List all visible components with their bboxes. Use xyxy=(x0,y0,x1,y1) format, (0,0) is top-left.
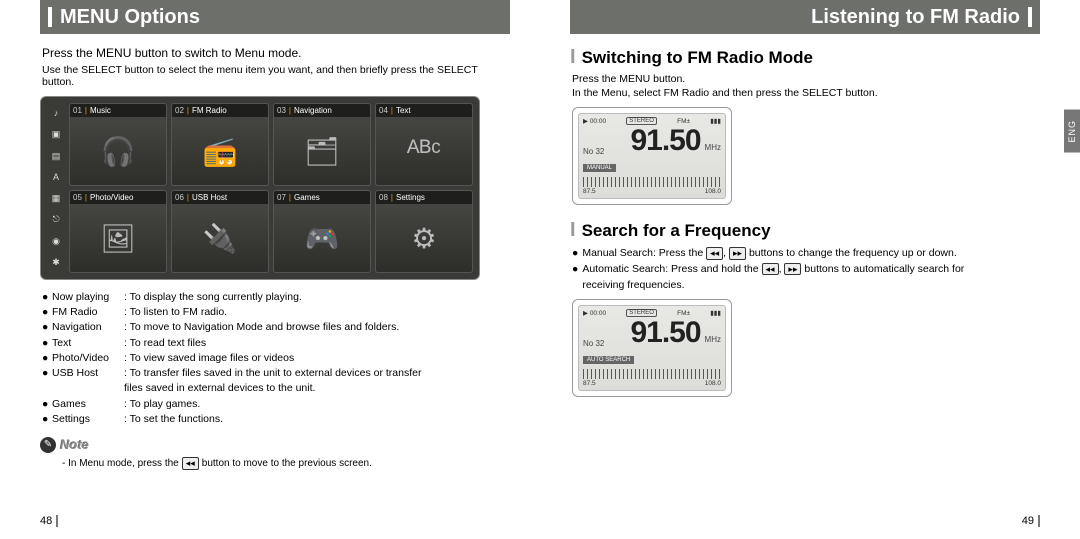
tile-music: 01|Music 🎧 xyxy=(69,103,167,186)
section-switching-mode: I Switching to FM Radio Mode xyxy=(570,46,1040,69)
note-heading: ✎ Note xyxy=(40,437,510,453)
header-menu-options: MENU Options xyxy=(40,0,510,34)
frequency-value: 91.50 xyxy=(630,318,700,348)
rewind-icon: ◂◂ xyxy=(182,457,199,470)
photo-icon: 🖼 xyxy=(70,204,166,272)
search-bullets: ● Manual Search: Press the ◂◂, ▸▸ button… xyxy=(572,246,1040,293)
menu-side-icons: ♪ ▣ ▤ A ▦ ⎋ ◉ ✱ xyxy=(47,103,65,273)
definitions-list: ●Now playing: To display the song curren… xyxy=(42,290,510,427)
tile-fm-radio: 02|FM Radio 📻 xyxy=(171,103,269,186)
battery-icon: ▮▮▮ xyxy=(710,117,721,125)
tile-photo-video: 05|Photo/Video 🖼 xyxy=(69,190,167,273)
tile-games: 07|Games 🎮 xyxy=(273,190,371,273)
tile-usb-host: 06|USB Host 🔌 xyxy=(171,190,269,273)
usb-icon: 🔌 xyxy=(172,204,268,272)
side-radio-icon: ▣ xyxy=(47,130,65,139)
folder-icon: 🗂 xyxy=(274,117,370,185)
intro-line: Press the MENU button to switch to Menu … xyxy=(42,46,510,60)
note-text: - In Menu mode, press the ◂◂ button to m… xyxy=(62,457,510,470)
header-right-title: Listening to FM Radio xyxy=(811,6,1020,29)
note-label: Note xyxy=(60,437,89,452)
note-icon: ✎ xyxy=(40,437,56,453)
language-tab: ENG xyxy=(1064,110,1080,153)
gear-icon: ⚙ xyxy=(376,204,472,272)
page-number-right: 49 xyxy=(1022,515,1040,527)
sect1-line2: In the Menu, select FM Radio and then pr… xyxy=(572,87,1040,99)
radio-screen-auto: ▶ 00:00 STEREO FM± ▮▮▮ No 32 91.50 MHz A… xyxy=(572,299,732,397)
radio-icon: 📻 xyxy=(172,117,268,185)
header-fm-radio: Listening to FM Radio xyxy=(570,0,1040,34)
side-nav-icon: ▤ xyxy=(47,152,65,161)
header-left-title: MENU Options xyxy=(60,6,200,29)
side-game-icon: ◉ xyxy=(47,237,65,246)
tile-settings: 08|Settings ⚙ xyxy=(375,190,473,273)
forward-icon: ▸▸ xyxy=(784,263,801,276)
side-settings-icon: ✱ xyxy=(47,258,65,267)
side-usb-icon: ⎋ xyxy=(47,215,65,224)
mode-label: MANUAL xyxy=(583,164,616,172)
section-search-frequency: I Search for a Frequency xyxy=(570,219,1040,242)
radio-screen-manual: ▶ 00:00 STEREO FM± ▮▮▮ No 32 91.50 MHz M… xyxy=(572,107,732,205)
page-right: Listening to FM Radio I Switching to FM … xyxy=(540,0,1080,539)
side-photo-icon: ▦ xyxy=(47,194,65,203)
text-icon: ᴬᴮᶜ xyxy=(376,117,472,185)
rewind-icon: ◂◂ xyxy=(762,263,779,276)
page-left: MENU Options Press the MENU button to sw… xyxy=(0,0,540,539)
tile-navigation: 03|Navigation 🗂 xyxy=(273,103,371,186)
forward-icon: ▸▸ xyxy=(729,247,746,260)
sect1-line1: Press the MENU button. xyxy=(572,73,1040,85)
frequency-value: 91.50 xyxy=(630,126,700,156)
rewind-icon: ◂◂ xyxy=(706,247,723,260)
battery-icon: ▮▮▮ xyxy=(710,309,721,317)
mode-label: AUTO SEARCH xyxy=(583,356,634,364)
menu-grid: ♪ ▣ ▤ A ▦ ⎋ ◉ ✱ 01|Music 🎧 02|FM Radio 📻 xyxy=(40,96,480,280)
side-text-icon: A xyxy=(47,173,65,182)
tile-text: 04|Text ᴬᴮᶜ xyxy=(375,103,473,186)
headphones-icon: 🎧 xyxy=(70,117,166,185)
page-number-left: 48 xyxy=(40,515,58,527)
side-music-icon: ♪ xyxy=(47,109,65,118)
sub-line: Use the SELECT button to select the menu… xyxy=(42,64,510,88)
gamepad-icon: 🎮 xyxy=(274,204,370,272)
